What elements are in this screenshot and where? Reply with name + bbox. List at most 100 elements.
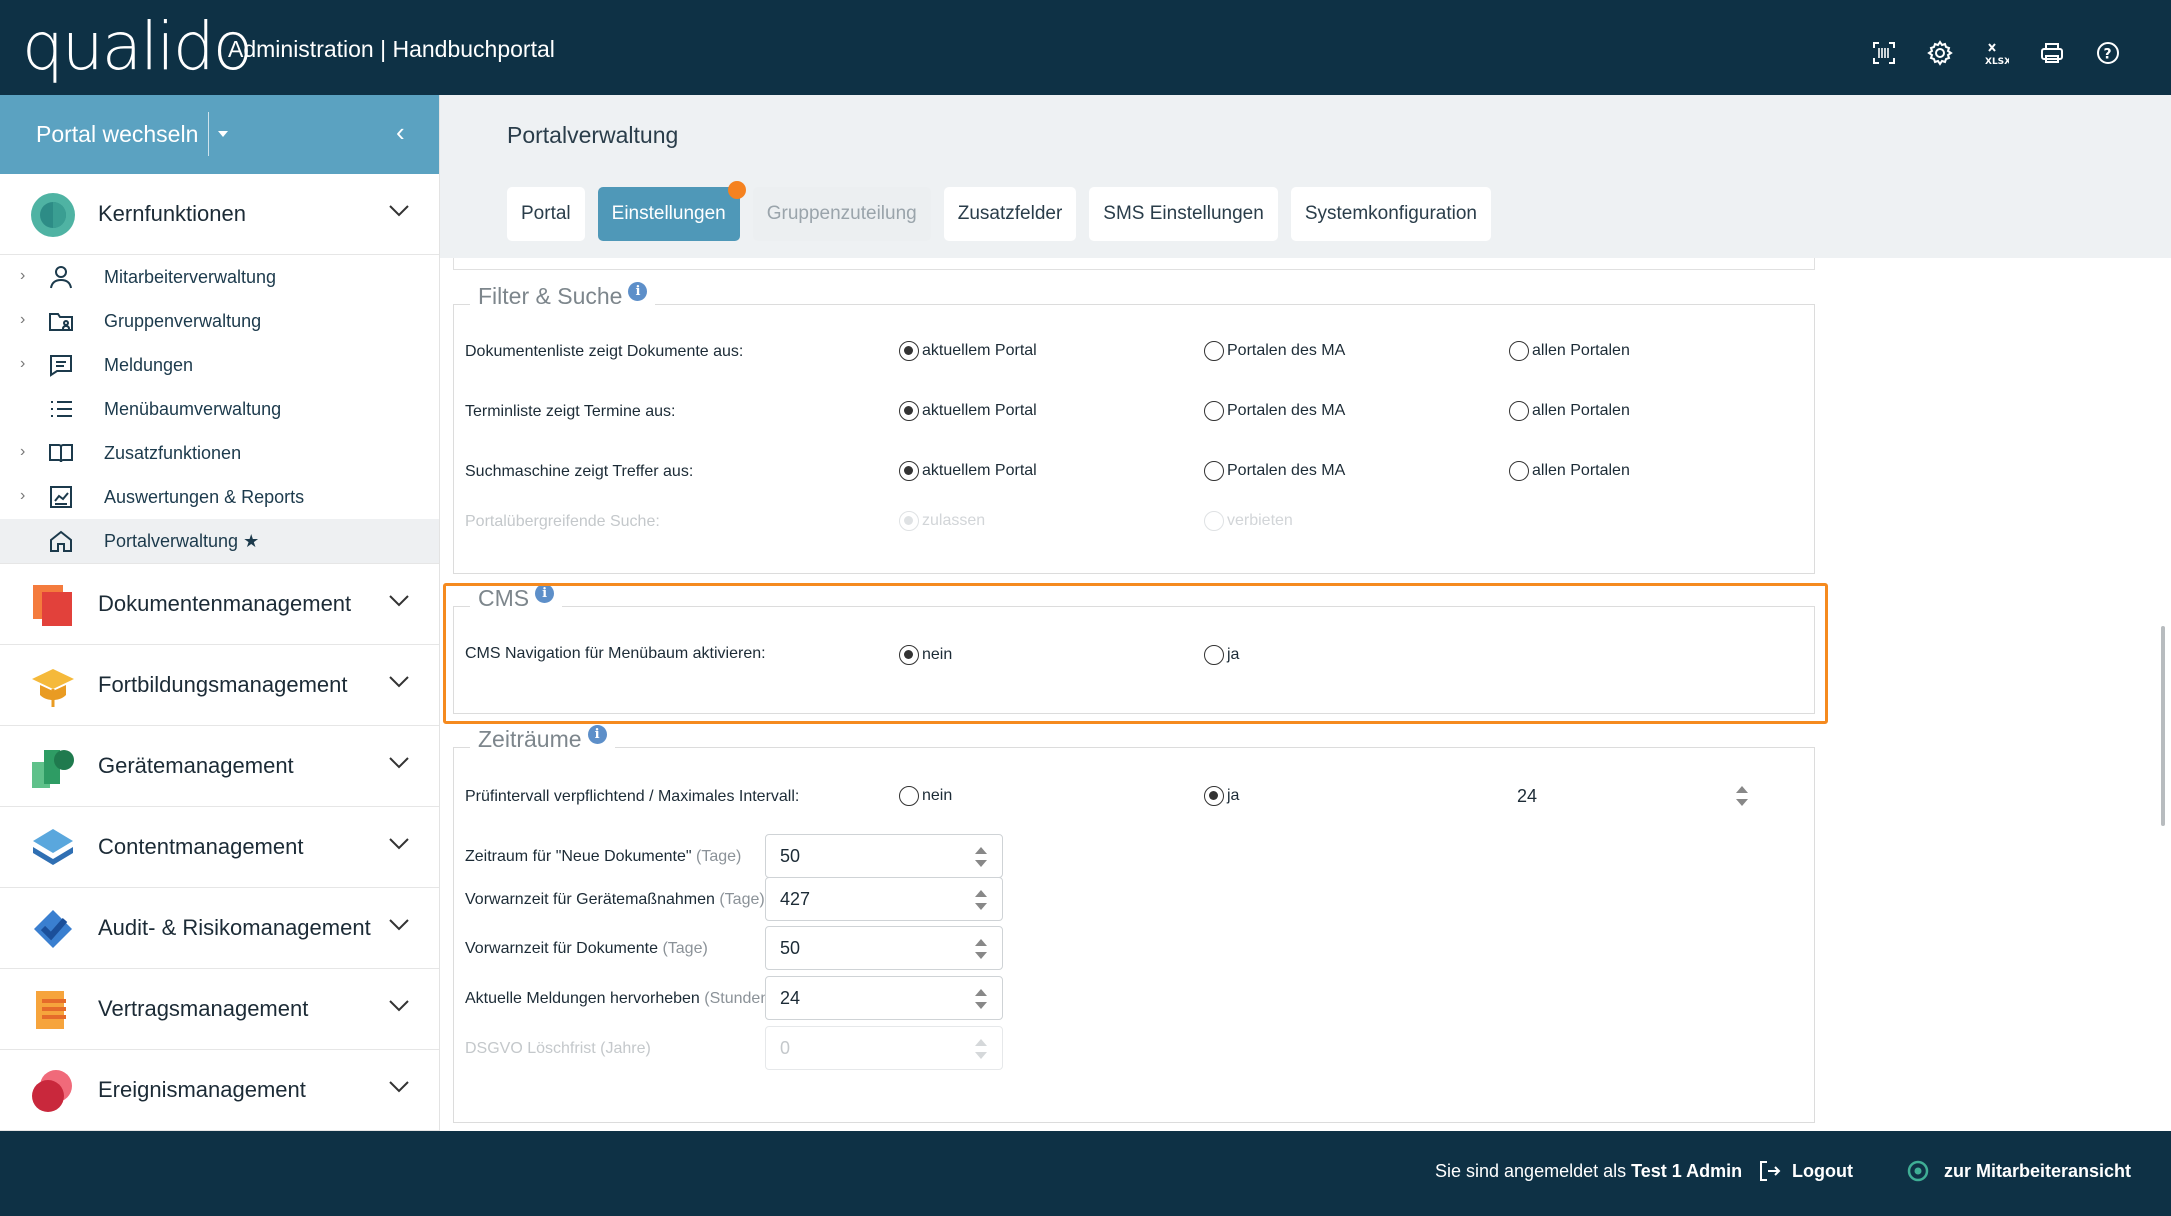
- radio-circle[interactable]: [1509, 461, 1529, 481]
- help-icon[interactable]: ?: [2095, 40, 2121, 66]
- module-contentmanagement[interactable]: Contentmanagement: [0, 807, 439, 888]
- sidebar-item-mitarbeiterverwaltung[interactable]: › Mitarbeiterverwaltung: [0, 255, 439, 299]
- module-ereignismanagement[interactable]: Ereignismanagement: [0, 1050, 439, 1131]
- tab-systemkonfiguration[interactable]: Systemkonfiguration: [1290, 187, 1491, 241]
- spinner-icon[interactable]: [1735, 784, 1749, 808]
- sidebar-item-gruppenverwaltung[interactable]: › Gruppenverwaltung: [0, 299, 439, 343]
- spinner-icon[interactable]: [974, 937, 988, 961]
- input-value[interactable]: 24: [780, 988, 800, 1009]
- input-value[interactable]: 427: [780, 889, 810, 910]
- dokumentenliste-portalen-des-ma-radio[interactable]: Portalen des MA: [1204, 341, 1345, 361]
- pruefintervall-nein-radio[interactable]: nein: [899, 786, 952, 806]
- top-header: qualido Administration | Handbuchportal …: [0, 0, 2171, 95]
- vertical-scrollbar[interactable]: [2161, 626, 2165, 826]
- radio-label: aktuellem Portal: [922, 462, 1037, 479]
- sidebar-item-auswertungen-reports[interactable]: › Auswertungen & Reports: [0, 475, 439, 519]
- module-kernfunktionen[interactable]: Kernfunktionen: [0, 174, 439, 255]
- vorwarnzeit-geraete-input[interactable]: 427: [765, 877, 1003, 921]
- qualido-logo[interactable]: qualido: [22, 8, 253, 85]
- module-audit-risikomanagement[interactable]: Audit- & Risikomanagement: [0, 888, 439, 969]
- radio-circle[interactable]: [899, 786, 919, 806]
- chevron-down-icon[interactable]: [388, 675, 410, 689]
- tab-zusatzfelder[interactable]: Zusatzfelder: [943, 187, 1077, 241]
- chevron-up-icon[interactable]: [388, 204, 410, 218]
- employee-view-link[interactable]: zur Mitarbeiteransicht: [1906, 1159, 2131, 1183]
- dokumentenliste-allen-portalen-radio[interactable]: allen Portalen: [1509, 341, 1630, 361]
- spinner-icon[interactable]: [974, 845, 988, 869]
- vorwarnzeit-dokumente-input[interactable]: 50: [765, 926, 1003, 970]
- logout-button[interactable]: Logout: [1758, 1159, 1853, 1183]
- sidebar-item-label: Mitarbeiterverwaltung: [104, 267, 277, 287]
- suchmaschine-allen-portalen-radio[interactable]: allen Portalen: [1509, 461, 1630, 481]
- sidebar-item-portalverwaltung[interactable]: Portalverwaltung ★: [0, 519, 439, 563]
- radio-circle[interactable]: [1509, 341, 1529, 361]
- neue-dokumente-input[interactable]: 50: [765, 834, 1003, 878]
- module-fortbildungsmanagement[interactable]: Fortbildungsmanagement: [0, 645, 439, 726]
- radio-circle[interactable]: [899, 645, 919, 665]
- printer-icon[interactable]: [2039, 40, 2065, 66]
- expand-arrow-icon[interactable]: ›: [20, 443, 25, 461]
- terminliste-portalen-des-ma-radio[interactable]: Portalen des MA: [1204, 401, 1345, 421]
- radio-circle[interactable]: [1204, 645, 1224, 665]
- info-icon[interactable]: i: [628, 282, 648, 301]
- module-geraetemanagement[interactable]: Gerätemanagement: [0, 726, 439, 807]
- xlsx-export-icon[interactable]: XLSX: [1983, 40, 2009, 66]
- tab-sms-einstellungen[interactable]: SMS Einstellungen: [1089, 187, 1278, 241]
- radio-circle[interactable]: [1509, 401, 1529, 421]
- terminliste-allen-portalen-radio[interactable]: allen Portalen: [1509, 401, 1630, 421]
- input-value[interactable]: 50: [780, 938, 800, 959]
- radio-circle[interactable]: [1204, 401, 1224, 421]
- dokumentenliste-aktuellem-portal-radio[interactable]: aktuellem Portal: [899, 341, 1037, 361]
- radio-circle[interactable]: [899, 461, 919, 481]
- barcode-scan-icon[interactable]: [1871, 40, 1897, 66]
- expand-arrow-icon[interactable]: ›: [20, 355, 25, 373]
- tab-einstellungen[interactable]: Einstellungen: [597, 181, 746, 241]
- radio-label: aktuellem Portal: [922, 342, 1037, 359]
- info-icon[interactable]: i: [535, 584, 555, 603]
- sidebar-item-label: Portalverwaltung ★: [104, 531, 260, 551]
- sidebar-item-menuebaumverwaltung[interactable]: Menübaumverwaltung: [0, 387, 439, 431]
- radio-label: allen Portalen: [1532, 462, 1630, 479]
- pruefintervall-ja-radio[interactable]: ja: [1204, 786, 1239, 806]
- radio-circle[interactable]: [1204, 786, 1224, 806]
- chevron-down-icon[interactable]: [388, 999, 410, 1013]
- suchmaschine-aktuellem-portal-radio[interactable]: aktuellem Portal: [899, 461, 1037, 481]
- input-value: 0: [780, 1038, 791, 1058]
- portal-switch[interactable]: Portal wechseln ‹: [0, 95, 439, 174]
- info-icon[interactable]: i: [587, 725, 607, 744]
- radio-circle[interactable]: [899, 341, 919, 361]
- expand-arrow-icon[interactable]: ›: [20, 311, 25, 329]
- cms-navigation-nein-radio[interactable]: nein: [899, 645, 952, 665]
- portal-switch-label[interactable]: Portal wechseln: [36, 121, 198, 148]
- expand-arrow-icon[interactable]: ›: [20, 267, 25, 285]
- chevron-down-icon[interactable]: [388, 837, 410, 851]
- meldungen-hervorheben-input[interactable]: 24: [765, 976, 1003, 1020]
- chevron-down-icon[interactable]: [388, 756, 410, 770]
- caret-down-icon[interactable]: [218, 131, 228, 137]
- module-dokumentenmanagement[interactable]: Dokumentenmanagement: [0, 564, 439, 645]
- terminliste-aktuellem-portal-radio[interactable]: aktuellem Portal: [899, 401, 1037, 421]
- chevron-down-icon[interactable]: [388, 918, 410, 932]
- radio-label: Portalen des MA: [1227, 402, 1346, 419]
- suchmaschine-portalen-des-ma-radio[interactable]: Portalen des MA: [1204, 461, 1345, 481]
- input-value[interactable]: 50: [780, 846, 800, 867]
- logged-in-prefix: Sie sind angemeldet als: [1435, 1161, 1632, 1181]
- radio-circle[interactable]: [1204, 341, 1224, 361]
- sidebar-item-meldungen[interactable]: › Meldungen: [0, 343, 439, 387]
- spinner-icon[interactable]: [974, 987, 988, 1011]
- radio-circle[interactable]: [1204, 461, 1224, 481]
- module-vertragsmanagement[interactable]: Vertragsmanagement: [0, 969, 439, 1050]
- tab-portal[interactable]: Portal: [507, 187, 585, 241]
- collapse-sidebar-icon[interactable]: ‹: [396, 117, 405, 148]
- gear-icon[interactable]: [1927, 40, 1953, 66]
- sidebar-item-zusatzfunktionen[interactable]: › Zusatzfunktionen: [0, 431, 439, 475]
- ereignismanagement-icon: [32, 1070, 72, 1112]
- chevron-down-icon[interactable]: [388, 1080, 410, 1094]
- max-interval-input[interactable]: 24: [1509, 776, 1749, 816]
- max-interval-value[interactable]: 24: [1517, 786, 1537, 807]
- cms-navigation-ja-radio[interactable]: ja: [1204, 645, 1239, 665]
- chevron-down-icon[interactable]: [388, 594, 410, 608]
- spinner-icon[interactable]: [974, 888, 988, 912]
- expand-arrow-icon[interactable]: ›: [20, 487, 25, 505]
- radio-circle[interactable]: [899, 401, 919, 421]
